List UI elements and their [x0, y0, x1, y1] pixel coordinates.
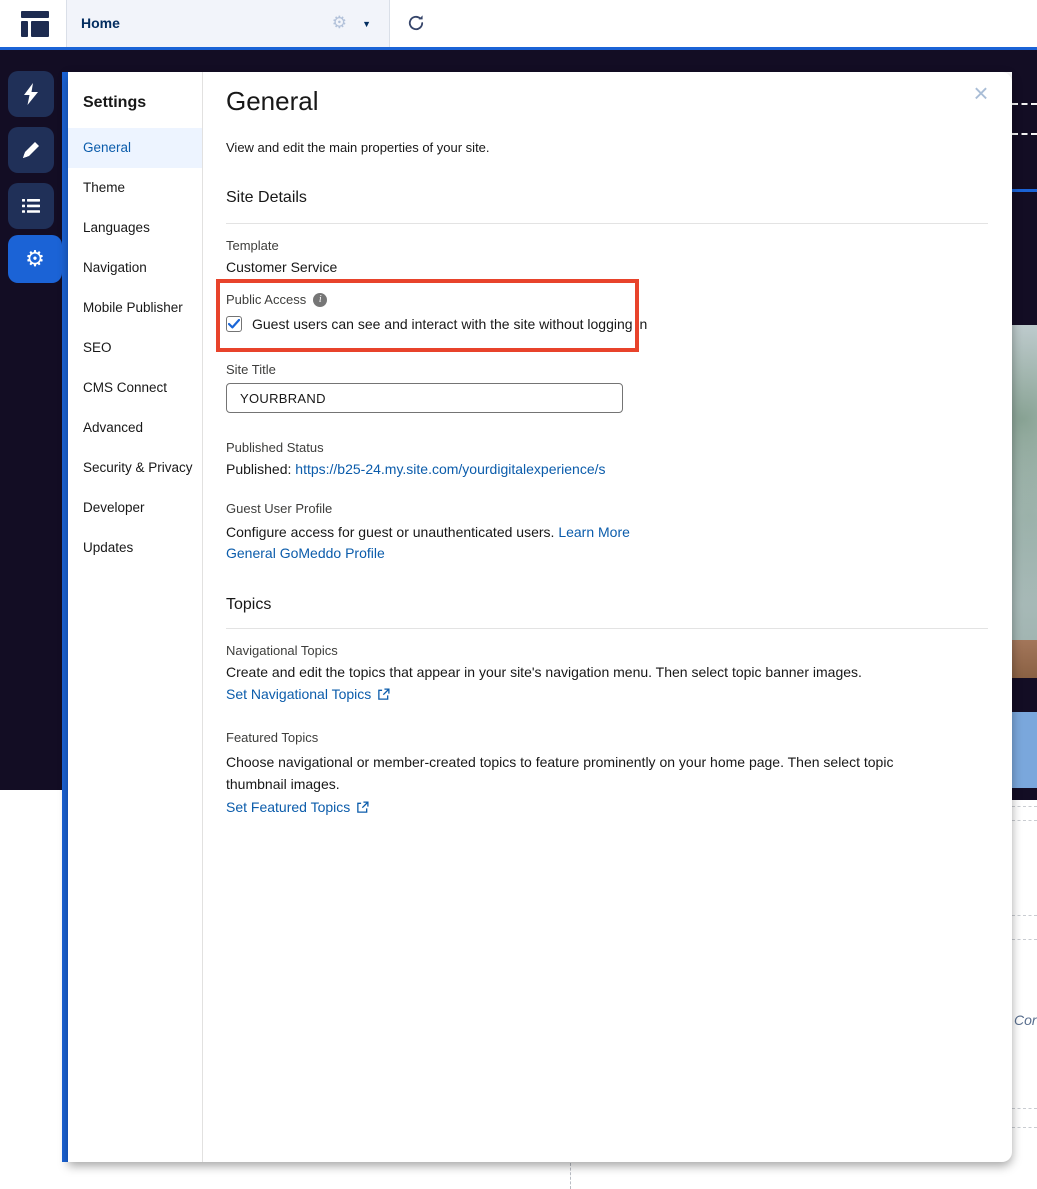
nav-item-mobile-publisher[interactable]: Mobile Publisher [68, 288, 202, 328]
settings-modal: Settings General Theme Languages Navigat… [68, 72, 1012, 1162]
sidebar-structure-button[interactable] [8, 183, 54, 229]
nav-item-cms-connect[interactable]: CMS Connect [68, 368, 202, 408]
canvas-top-accent-line [0, 47, 1037, 50]
external-link-icon [357, 800, 369, 813]
underlying-page-dark-header [1012, 50, 1037, 325]
settings-nav: Settings General Theme Languages Navigat… [68, 72, 203, 1162]
page-selector-home[interactable]: Home ⚙ ▼ [66, 0, 390, 47]
settings-nav-title: Settings [83, 94, 147, 111]
settings-nav-list: General Theme Languages Navigation Mobil… [68, 128, 202, 568]
settings-content: × General View and edit the main propert… [203, 72, 1012, 1162]
refresh-button[interactable] [400, 8, 432, 40]
public-access-checkbox[interactable] [226, 316, 242, 332]
page-name-label: Home [81, 15, 120, 31]
set-navigational-topics-link[interactable]: Set Navigational Topics [226, 686, 371, 702]
sidebar-settings-button[interactable]: ⚙ [8, 235, 62, 283]
close-button[interactable]: × [966, 78, 996, 108]
nav-item-languages[interactable]: Languages [68, 208, 202, 248]
underlying-guide-dash [1012, 939, 1037, 940]
learn-more-link[interactable]: Learn More [558, 524, 630, 540]
template-value: Customer Service [226, 259, 338, 275]
page-gear-icon[interactable]: ⚙ [332, 14, 347, 31]
section-divider [226, 628, 988, 629]
underlying-guide-dash [1012, 806, 1037, 807]
page-subtitle: View and edit the main properties of you… [226, 140, 490, 155]
nav-item-advanced[interactable]: Advanced [68, 408, 202, 448]
guest-profile-label: Guest User Profile [226, 501, 333, 516]
site-title-label: Site Title [226, 362, 276, 377]
site-title-input[interactable] [226, 383, 623, 413]
guest-profile-description: Configure access for guest or unauthenti… [226, 524, 559, 540]
navigational-topics-label: Navigational Topics [226, 643, 338, 658]
nav-item-general[interactable]: General [68, 128, 202, 168]
nav-item-theme[interactable]: Theme [68, 168, 202, 208]
public-access-checkbox-label: Guest users can see and interact with th… [252, 316, 648, 332]
page-title: General [226, 86, 319, 116]
underlying-hero-photo [1012, 325, 1037, 640]
published-prefix: Published: [226, 461, 296, 477]
set-featured-topics-link[interactable]: Set Featured Topics [226, 799, 350, 815]
public-access-field: Public Access i Guest users can see and … [216, 279, 988, 352]
site-details-heading: Site Details [226, 189, 307, 206]
nav-item-navigation[interactable]: Navigation [68, 248, 202, 288]
underlying-guide-dash [1012, 915, 1037, 916]
underlying-dark-strip [1012, 788, 1037, 800]
paintbrush-icon [23, 142, 39, 158]
underlying-photo-bottom [1012, 640, 1037, 678]
underlying-guide-dash [1012, 820, 1037, 821]
published-status-label: Published Status [226, 440, 324, 455]
nav-item-security-privacy[interactable]: Security & Privacy [68, 448, 202, 488]
topics-heading: Topics [226, 596, 272, 613]
sidebar-theme-button[interactable] [8, 127, 54, 173]
template-label: Template [226, 238, 279, 253]
builder-top-bar: Home ⚙ ▼ [0, 0, 1037, 47]
featured-topics-label: Featured Topics [226, 730, 319, 745]
list-icon [22, 199, 40, 213]
external-link-icon [378, 687, 390, 700]
lightning-bolt-icon [24, 83, 38, 105]
underlying-guide-dash-vertical [570, 1163, 571, 1189]
underlying-blue-section [1012, 712, 1037, 788]
underlying-page-text: Cor [1014, 1012, 1037, 1028]
experience-builder-screen: Cor Home ⚙ ▼ ⚙ Settings General Theme La… [0, 0, 1037, 1189]
underlying-guide-dash [1012, 1108, 1037, 1109]
published-url-link[interactable]: https://b25-24.my.site.com/yourdigitalex… [295, 461, 605, 477]
nav-item-updates[interactable]: Updates [68, 528, 202, 568]
underlying-dark-section [1012, 678, 1037, 712]
info-icon[interactable]: i [313, 292, 328, 307]
checkmark-icon [228, 319, 240, 329]
underlying-dropzone-dash [1012, 133, 1037, 135]
section-divider [226, 223, 988, 224]
published-status-value: Published: https://b25-24.my.site.com/yo… [226, 461, 988, 477]
dimmed-canvas-top [0, 50, 1037, 72]
public-access-label: Public Access [226, 292, 307, 307]
refresh-icon [408, 14, 424, 30]
underlying-guide-dash [1012, 1127, 1037, 1128]
underlying-accent-line [1012, 189, 1037, 192]
experience-builder-logo-icon [21, 11, 49, 37]
guest-profile-text: Configure access for guest or unauthenti… [226, 522, 988, 564]
sidebar-components-button[interactable] [8, 71, 54, 117]
underlying-dropzone-dash [1012, 103, 1037, 105]
navigational-topics-description: Create and edit the topics that appear i… [226, 664, 862, 680]
nav-item-seo[interactable]: SEO [68, 328, 202, 368]
guest-profile-link[interactable]: General GoMeddo Profile [226, 545, 385, 561]
featured-topics-description: Choose navigational or member-created to… [226, 754, 894, 792]
gear-icon: ⚙ [25, 246, 45, 271]
nav-item-developer[interactable]: Developer [68, 488, 202, 528]
caret-down-icon[interactable]: ▼ [362, 19, 371, 29]
